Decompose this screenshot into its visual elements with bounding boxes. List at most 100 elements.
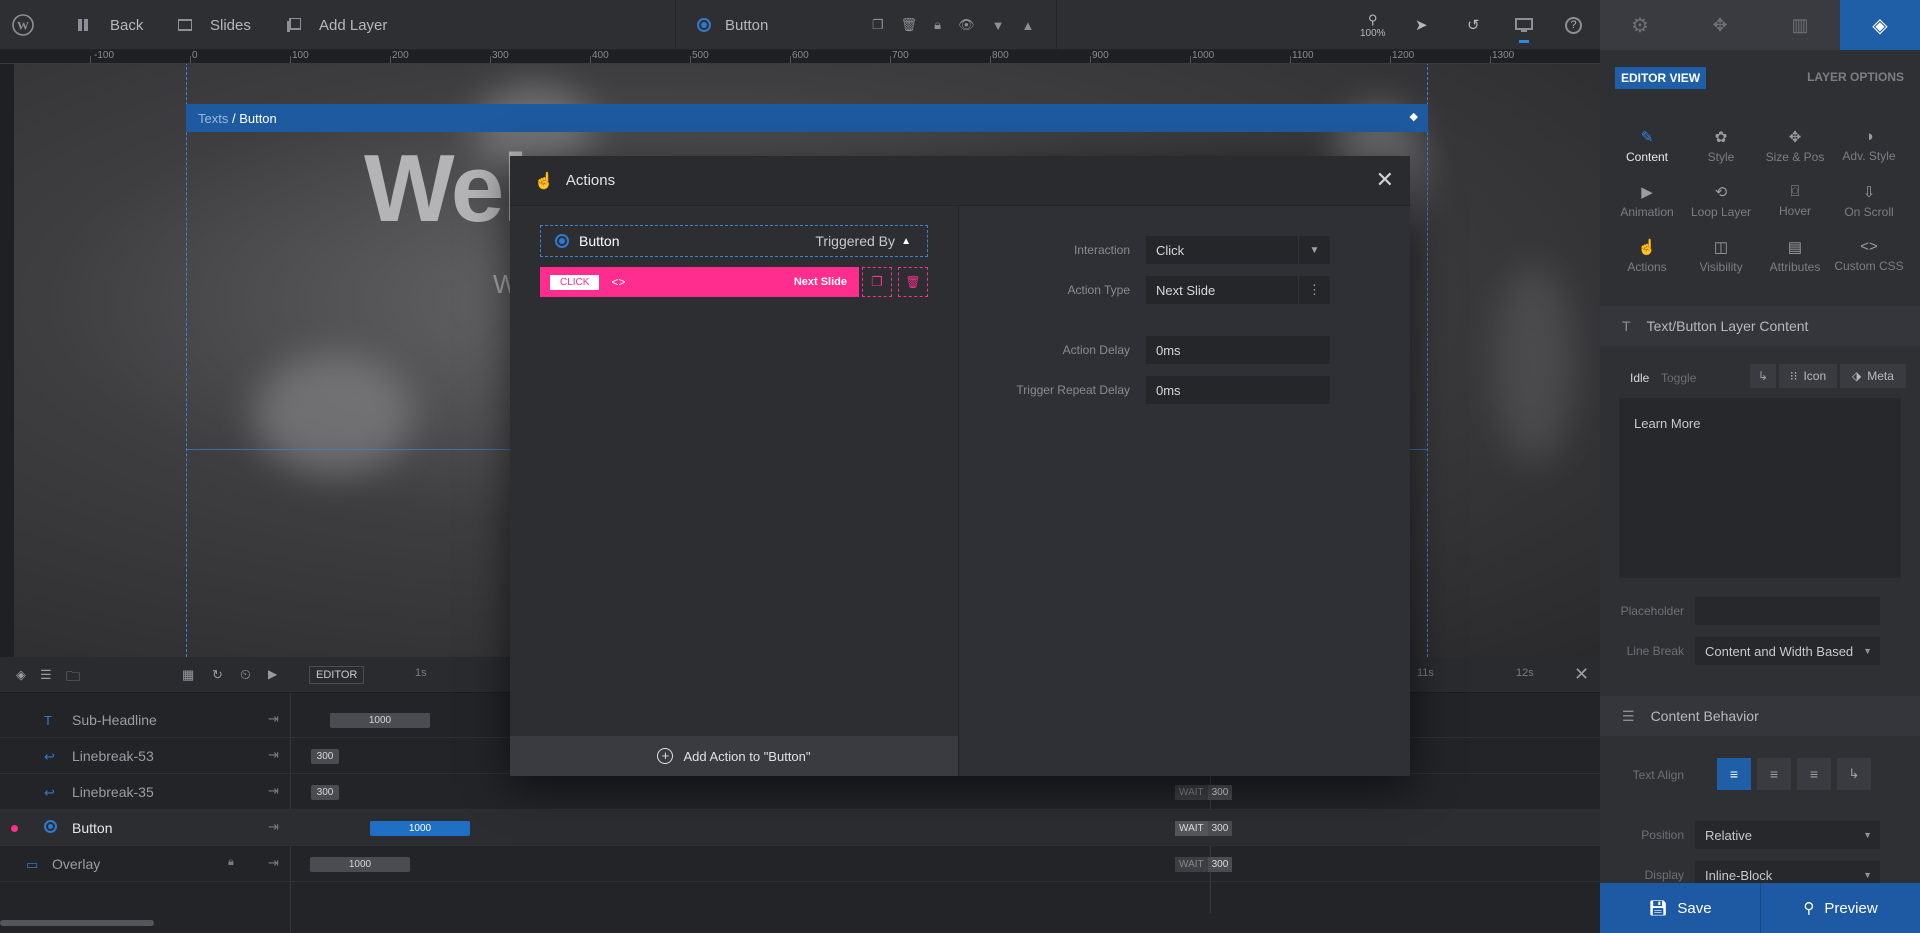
magnet-icon[interactable]: ↻: [212, 667, 223, 683]
timeline-bar[interactable]: 1000: [330, 713, 430, 728]
timeline-scrollbar[interactable]: [0, 920, 154, 926]
move-down-icon[interactable]: ▼: [992, 18, 1005, 33]
option-custom-css[interactable]: <> Custom CSS: [1832, 238, 1906, 273]
trash-icon[interactable]: 🗑︎: [901, 17, 918, 33]
visibility-icon: ◫: [1713, 239, 1729, 256]
layer-options-tab[interactable]: ◈: [1840, 0, 1920, 50]
content-behavior-title: Content Behavior: [1650, 708, 1759, 724]
content-textarea[interactable]: Learn More: [1619, 398, 1901, 578]
caret-up-icon[interactable]: ▲: [901, 236, 911, 247]
option-adv-style[interactable]: ◑ Adv. Style: [1832, 128, 1906, 163]
layers-icon: ◈: [1872, 14, 1888, 37]
pin-end-icon[interactable]: ⇥: [268, 819, 279, 835]
content-behavior-header[interactable]: ☰ Content Behavior: [1600, 696, 1920, 736]
help-icon[interactable]: ?: [1565, 0, 1582, 50]
lock-icon[interactable]: 🔒︎: [228, 856, 234, 869]
folder-icon[interactable]: 🗀: [66, 666, 80, 690]
headline-text[interactable]: Wel: [364, 134, 529, 244]
settings-tab[interactable]: ⚙: [1600, 0, 1680, 50]
button-layer-icon: [44, 820, 57, 836]
wait-marker[interactable]: WAIT 300: [1175, 821, 1233, 836]
placeholder-input[interactable]: [1695, 597, 1880, 625]
option-attributes[interactable]: ▤ Attributes: [1758, 238, 1832, 274]
action-delay-value: 0ms: [1156, 342, 1181, 358]
wordpress-logo-icon[interactable]: W: [12, 0, 34, 50]
align-left-icon[interactable]: ≡: [1717, 758, 1751, 790]
gamepad-icon: ✥: [1712, 14, 1728, 35]
triggered-by-label[interactable]: Triggered By: [815, 233, 895, 249]
editor-badge[interactable]: EDITOR: [309, 666, 365, 684]
breadcrumb-parent[interactable]: Texts: [198, 111, 228, 126]
timeline-row[interactable]: ↩ Linebreak-35 ⇥ 300 WAIT 300: [0, 774, 1600, 810]
add-layer-button[interactable]: Add Layer: [287, 0, 387, 50]
action-delay-input[interactable]: 0ms: [1146, 336, 1330, 364]
pin-end-icon[interactable]: ⇥: [268, 855, 279, 871]
wait-marker[interactable]: WAIT 300: [1175, 857, 1233, 872]
timer-icon[interactable]: ⏲: [240, 666, 251, 683]
action-item[interactable]: CLICK <> Next Slide: [540, 267, 859, 297]
option-actions[interactable]: ☝ Actions: [1610, 238, 1684, 274]
layers-library-tab[interactable]: ▥: [1760, 0, 1840, 50]
close-timeline-icon[interactable]: ✕: [1574, 664, 1589, 685]
interaction-value: Click: [1156, 242, 1185, 258]
trigger-source-row[interactable]: Button Triggered By ▲: [540, 225, 928, 257]
align-right-icon[interactable]: ≡: [1797, 758, 1831, 790]
save-button[interactable]: 💾︎ Save: [1600, 883, 1760, 933]
pin-end-icon[interactable]: ⇥: [268, 747, 279, 763]
icon-insert-button[interactable]: ⁝⁝ Icon: [1779, 364, 1837, 388]
option-hover[interactable]: ⌼ Hover: [1758, 183, 1832, 218]
option-loop-layer[interactable]: ⟲ Loop Layer: [1684, 183, 1758, 219]
tab-idle[interactable]: Idle: [1630, 371, 1649, 385]
position-select[interactable]: Relative ▼: [1695, 821, 1880, 849]
grid-icon[interactable]: ▦: [182, 667, 194, 683]
lock-icon[interactable]: 🔒︎: [934, 17, 941, 33]
zoom-level: 100%: [1360, 27, 1386, 39]
zoom-control[interactable]: ⚲ 100%: [1360, 0, 1386, 50]
cursor-icon[interactable]: ➤: [1415, 0, 1428, 50]
navigation-tab[interactable]: ✥: [1680, 0, 1760, 50]
option-animation[interactable]: ▶ Animation: [1610, 183, 1684, 219]
duplicate-icon[interactable]: ❐: [872, 17, 884, 33]
meta-insert-button[interactable]: ⬗ Meta: [1840, 364, 1906, 388]
undo-icon[interactable]: ↺: [1467, 0, 1480, 50]
pin-end-icon[interactable]: ⇥: [268, 783, 279, 799]
current-layer-indicator[interactable]: Button: [697, 0, 768, 50]
option-content[interactable]: ✎ Content: [1610, 128, 1684, 164]
trigger-repeat-delay-input[interactable]: 0ms: [1146, 376, 1330, 404]
timeline-row[interactable]: ▭ Overlay 🔒︎ ⇥ 1000 WAIT 300: [0, 846, 1600, 882]
line-break-select[interactable]: Content and Width Based ▼: [1695, 637, 1880, 665]
option-on-scroll[interactable]: ⇩ On Scroll: [1832, 183, 1906, 219]
slides-button[interactable]: Slides: [178, 0, 251, 50]
add-action-button[interactable]: + Add Action to "Button": [510, 736, 958, 776]
align-justify-icon[interactable]: ↳: [1837, 758, 1871, 790]
option-size-pos[interactable]: ✥ Size & Pos: [1758, 128, 1832, 164]
option-visibility[interactable]: ◫ Visibility: [1684, 238, 1758, 274]
action-type-select[interactable]: Next Slide ⋮: [1146, 276, 1330, 304]
timeline-bar[interactable]: 1000: [310, 857, 410, 872]
preview-button[interactable]: ⚲ Preview: [1760, 883, 1920, 933]
back-button[interactable]: Back: [78, 0, 143, 50]
pin-end-icon[interactable]: ⇥: [268, 711, 279, 727]
timeline-row-selected[interactable]: Button ⇥ 1000 WAIT 300: [0, 810, 1600, 846]
active-view-indicator: [1519, 40, 1529, 43]
eye-icon[interactable]: 👁︎: [958, 17, 975, 33]
layers-toggle-icon[interactable]: ◈: [16, 667, 26, 683]
editor-view-toggle[interactable]: EDITOR VIEW: [1615, 67, 1707, 89]
content-section-header[interactable]: T Text/Button Layer Content: [1600, 306, 1920, 346]
timeline-bar[interactable]: 300: [311, 749, 339, 764]
interaction-select[interactable]: Click ▼: [1146, 236, 1330, 264]
play-icon[interactable]: ▶: [268, 667, 277, 681]
tab-toggle[interactable]: Toggle: [1661, 371, 1696, 385]
layers-stack-icon[interactable]: ◆: [1410, 110, 1418, 123]
timeline-bar[interactable]: 1000: [370, 821, 470, 836]
option-style[interactable]: ✿ Style: [1684, 128, 1758, 164]
move-up-icon[interactable]: ▲: [1021, 18, 1034, 33]
duplicate-action-icon[interactable]: ❐: [862, 267, 892, 297]
wait-marker[interactable]: WAIT 300: [1175, 785, 1233, 800]
align-center-icon[interactable]: ≡: [1757, 758, 1791, 790]
timeline-bar[interactable]: 300: [311, 785, 339, 800]
list-icon[interactable]: ☰: [40, 667, 52, 683]
delete-action-icon[interactable]: 🗑︎: [898, 267, 928, 297]
close-icon[interactable]: ✕: [1376, 167, 1394, 193]
linebreak-insert-icon[interactable]: ↳: [1750, 364, 1776, 388]
